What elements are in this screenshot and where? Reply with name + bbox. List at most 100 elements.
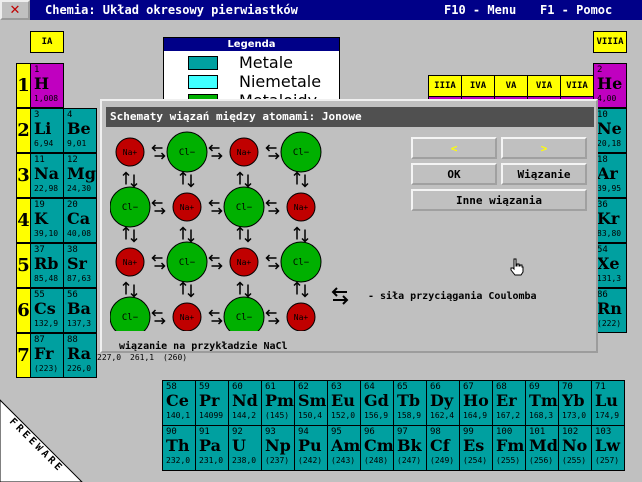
element-cell[interactable]: 102 No (255)	[558, 425, 592, 471]
element-cell[interactable]: 99 Es (254)	[459, 425, 493, 471]
element-mass: 232,0	[166, 456, 191, 465]
element-cell[interactable]: 86 Rn (222)	[593, 288, 627, 333]
element-cell[interactable]: 58 Ce 140,1	[162, 380, 196, 426]
element-symbol: Pu	[298, 436, 322, 455]
ok-button[interactable]: OK	[411, 163, 497, 185]
element-cell[interactable]: 66 Dy 162,4	[426, 380, 460, 426]
element-cell[interactable]: 101 Md (256)	[525, 425, 559, 471]
coulomb-arrow-pair	[122, 281, 138, 298]
menu-hint[interactable]: F10 - Menu	[444, 3, 516, 17]
element-cell[interactable]: 59 Pr 14099	[195, 380, 229, 426]
element-cell[interactable]: 65 Tb 158,9	[393, 380, 427, 426]
element-cell[interactable]: 4 Be 9,01	[63, 108, 97, 153]
element-mass: 158,9	[397, 411, 422, 420]
system-menu-button[interactable]: ✕	[0, 0, 30, 20]
element-cell[interactable]: 95 Am (243)	[327, 425, 361, 471]
next-button[interactable]: >	[501, 137, 587, 159]
element-symbol: No	[562, 436, 588, 455]
element-mass: 174,9	[595, 411, 620, 420]
element-mass: 164,9	[463, 411, 488, 420]
element-cell[interactable]: 1 H 1,008	[30, 63, 64, 108]
element-mass: 173,0	[562, 411, 587, 420]
system-menu-icon: ✕	[9, 2, 21, 18]
element-cell[interactable]: 37 Rb 85,48	[30, 243, 64, 288]
element-cell[interactable]: 71 Lu 174,9	[591, 380, 625, 426]
element-mass: 168,3	[529, 411, 554, 420]
chloride-ion-label: Cl−	[179, 148, 196, 158]
element-cell[interactable]: 3 Li 6,94	[30, 108, 64, 153]
chloride-ion-label: Cl−	[293, 148, 310, 158]
element-cell[interactable]: 2 He 4,00	[593, 63, 627, 108]
element-cell[interactable]: 67 Ho 164,9	[459, 380, 493, 426]
element-mass: 167,2	[496, 411, 521, 420]
element-mass: (248)	[364, 456, 389, 465]
prev-button[interactable]: <	[411, 137, 497, 159]
element-cell[interactable]: 63 Eu 152,0	[327, 380, 361, 426]
element-cell[interactable]: 96 Cm (248)	[360, 425, 394, 471]
element-symbol: Cs	[34, 299, 56, 318]
bond-button[interactable]: Wiązanie	[501, 163, 587, 185]
element-symbol: Xe	[597, 254, 620, 273]
element-cell[interactable]: 88 Ra 226,0	[63, 333, 97, 378]
help-hint[interactable]: F1 - Pomoc	[540, 3, 612, 17]
element-cell[interactable]: 90 Th 232,0	[162, 425, 196, 471]
element-cell[interactable]: 68 Er 167,2	[492, 380, 526, 426]
element-cell[interactable]: 92 U 238,0	[228, 425, 262, 471]
other-bonds-button[interactable]: Inne wiązania	[411, 189, 587, 211]
element-cell[interactable]: 54 Xe 131,3	[593, 243, 627, 288]
element-symbol: Gd	[364, 391, 389, 410]
element-symbol: Ba	[67, 299, 91, 318]
nacl-lattice-diagram: Na+ Cl− Na+ Cl− Cl− Na+ Cl− Na+ Na+ Cl− Na+ Cl− Cl− N…	[110, 131, 322, 331]
element-cell[interactable]: 56 Ba 137,3	[63, 288, 97, 333]
chloride-ion-label: Cl−	[236, 203, 253, 213]
element-cell[interactable]: 12 Mg 24,30	[63, 153, 97, 198]
element-cell[interactable]: 91 Pa 231,0	[195, 425, 229, 471]
element-mass: 156,9	[364, 411, 389, 420]
element-symbol: Cf	[430, 436, 450, 455]
element-symbol: Np	[265, 436, 291, 455]
chloride-ion-label: Cl−	[122, 313, 139, 323]
element-cell[interactable]: 94 Pu (242)	[294, 425, 328, 471]
element-mass: (249)	[430, 456, 455, 465]
group-label-via: VIA	[527, 75, 561, 97]
element-cell[interactable]: 97 Bk (247)	[393, 425, 427, 471]
element-symbol: Yb	[562, 391, 585, 410]
element-cell[interactable]: 103 Lw (257)	[591, 425, 625, 471]
element-cell[interactable]: 38 Sr 87,63	[63, 243, 97, 288]
element-cell[interactable]: 11 Na 22,98	[30, 153, 64, 198]
element-cell[interactable]: 70 Yb 173,0	[558, 380, 592, 426]
element-symbol: Rn	[597, 299, 622, 318]
element-cell[interactable]: 69 Tm 168,3	[525, 380, 559, 426]
coulomb-arrow-pair	[179, 226, 195, 243]
element-mass: (255)	[496, 456, 521, 465]
element-cell[interactable]: 100 Fm (255)	[492, 425, 526, 471]
period-number-1: 1	[16, 63, 31, 108]
element-cell[interactable]: 61 Pm (145)	[261, 380, 295, 426]
element-symbol: Dy	[430, 391, 454, 410]
coulomb-arrow-pair	[236, 281, 252, 298]
ok-button-label: OK	[447, 167, 461, 181]
element-cell[interactable]: 87 Fr (223)	[30, 333, 64, 378]
sodium-ion-label: Na+	[237, 258, 252, 267]
group-label-ia: IA	[30, 31, 64, 53]
element-cell[interactable]: 60 Nd 144,2	[228, 380, 262, 426]
element-cell[interactable]: 36 Kr 83,80	[593, 198, 627, 243]
element-cell[interactable]: 64 Gd 156,9	[360, 380, 394, 426]
element-cell[interactable]: 55 Cs 132,9	[30, 288, 64, 333]
element-mass: 39,95	[597, 184, 622, 193]
sodium-ion-label: Na+	[123, 258, 138, 267]
element-symbol: Ra	[67, 344, 92, 363]
window-title: Chemia: Układ okresowy pierwiastków	[45, 3, 298, 17]
element-cell[interactable]: 10 Ne 20,18	[593, 108, 627, 153]
element-cell[interactable]: 20 Ca 40,08	[63, 198, 97, 243]
element-mass: 24,30	[67, 184, 92, 193]
element-cell[interactable]: 18 Ar 39,95	[593, 153, 627, 198]
element-cell[interactable]: 93 Np (237)	[261, 425, 295, 471]
element-cell[interactable]: 62 Sm 150,4	[294, 380, 328, 426]
element-cell[interactable]: 19 K 39,10	[30, 198, 64, 243]
group-label-iva: IVA	[461, 75, 495, 97]
element-mass: 152,0	[331, 411, 356, 420]
element-symbol: Nd	[232, 391, 258, 410]
element-cell[interactable]: 98 Cf (249)	[426, 425, 460, 471]
coulomb-force-label: - siła przyciągania Coulomba	[368, 291, 537, 302]
